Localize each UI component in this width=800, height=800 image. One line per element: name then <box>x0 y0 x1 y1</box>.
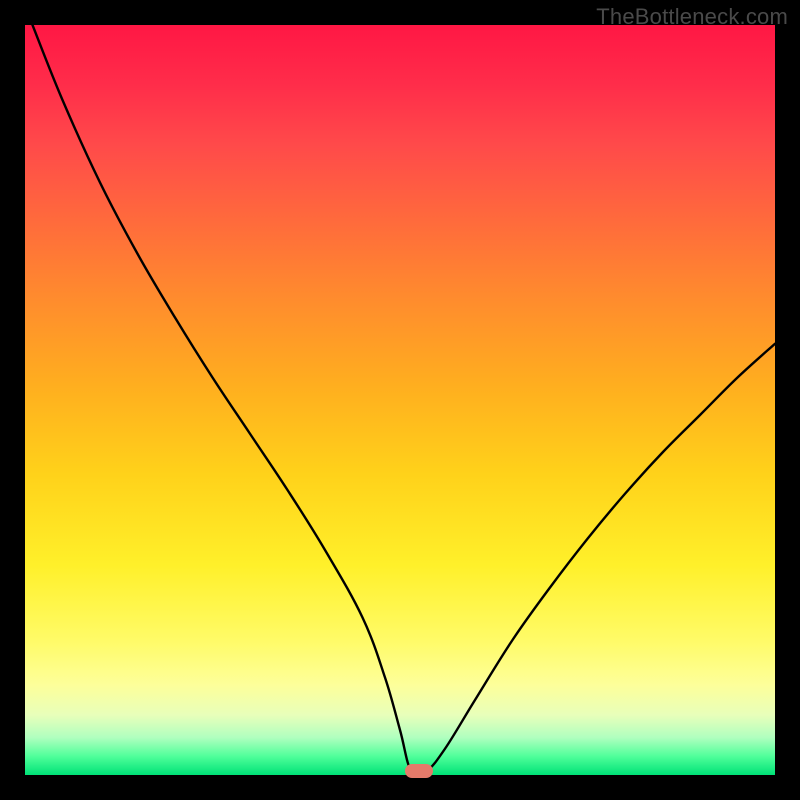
bottleneck-curve <box>25 25 775 775</box>
plot-area <box>25 25 775 775</box>
optimal-point-marker <box>405 764 433 778</box>
curve-path <box>33 25 776 775</box>
chart-frame: TheBottleneck.com <box>0 0 800 800</box>
